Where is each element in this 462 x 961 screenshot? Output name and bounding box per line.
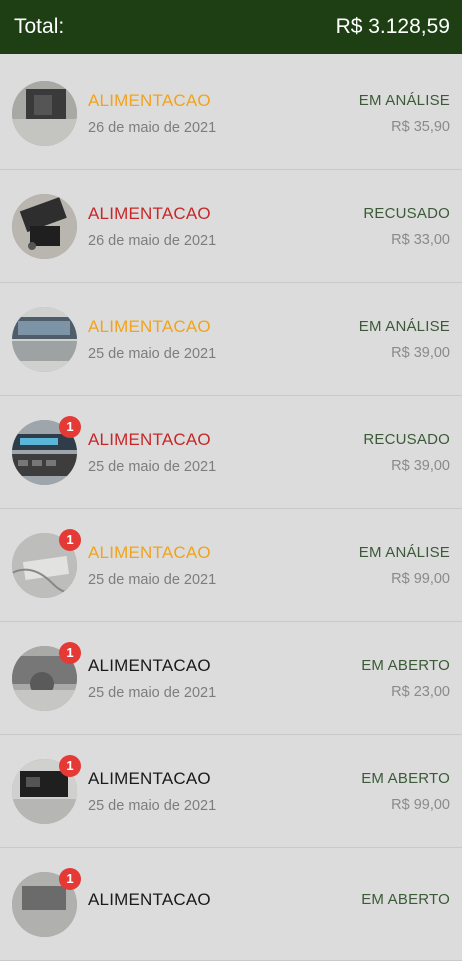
status-label: EM ANÁLISE (358, 317, 450, 335)
amount-label: R$ 99,00 (391, 570, 450, 587)
list-item[interactable]: 1 ALIMENTACAO 25 de maio de 2021 EM ABER… (0, 622, 462, 735)
expense-list: ALIMENTACAO 26 de maio de 2021 EM ANÁLIS… (0, 57, 462, 961)
status-label: EM ABERTO (361, 890, 450, 908)
list-item[interactable]: 1 ALIMENTACAO 25 de maio de 2021 RECUSAD… (0, 396, 462, 509)
receipt-thumbnail: 1 (12, 415, 81, 485)
date-label: 25 de maio de 2021 (88, 684, 217, 701)
amount-label: R$ 39,00 (391, 344, 450, 361)
receipt-thumbnail (12, 193, 77, 259)
receipt-thumbnail: 1 (12, 867, 81, 937)
amount-label: R$ 33,00 (391, 231, 450, 248)
date-label: 25 de maio de 2021 (88, 458, 217, 475)
notification-badge: 1 (59, 641, 81, 664)
category-label: ALIMENTACAO (88, 316, 211, 336)
category-label: ALIMENTACAO (88, 655, 211, 675)
category-label: ALIMENTACAO (88, 429, 211, 449)
status-label: RECUSADO (363, 204, 450, 222)
notification-badge: 1 (59, 415, 81, 438)
receipt-photo (12, 193, 77, 259)
receipt-thumbnail: 1 (12, 754, 81, 824)
category-label: ALIMENTACAO (88, 203, 211, 223)
notification-badge: 1 (59, 754, 81, 777)
amount-label: R$ 35,90 (391, 118, 450, 135)
notification-badge: 1 (59, 867, 81, 890)
list-item[interactable]: 1 ALIMENTACAO EM ABERTO (0, 848, 462, 961)
receipt-photo (12, 80, 77, 146)
date-label: 25 de maio de 2021 (88, 797, 217, 814)
amount-label: R$ 23,00 (391, 683, 450, 700)
date-label: 25 de maio de 2021 (88, 345, 217, 362)
status-label: EM ABERTO (361, 656, 450, 674)
receipt-thumbnail (12, 80, 77, 146)
total-label: Total: (14, 15, 65, 38)
receipt-thumbnail: 1 (12, 528, 81, 598)
list-item[interactable]: ALIMENTACAO 25 de maio de 2021 EM ANÁLIS… (0, 283, 462, 396)
date-label: 25 de maio de 2021 (88, 571, 217, 588)
date-label: 26 de maio de 2021 (88, 119, 217, 136)
date-label: 26 de maio de 2021 (88, 232, 217, 249)
total-header: Total: R$ 3.128,59 (0, 0, 462, 54)
category-label: ALIMENTACAO (88, 90, 211, 110)
list-item[interactable]: 1 ALIMENTACAO 25 de maio de 2021 EM ABER… (0, 735, 462, 848)
status-label: EM ANÁLISE (358, 543, 450, 561)
status-label: EM ABERTO (361, 769, 450, 787)
receipt-thumbnail: 1 (12, 641, 81, 711)
amount-label: R$ 39,00 (391, 457, 450, 474)
category-label: ALIMENTACAO (88, 768, 211, 788)
category-label: ALIMENTACAO (88, 542, 211, 562)
status-label: RECUSADO (363, 430, 450, 448)
notification-badge: 1 (59, 528, 81, 551)
status-label: EM ANÁLISE (358, 91, 450, 109)
amount-label: R$ 99,00 (391, 796, 450, 813)
list-item[interactable]: ALIMENTACAO 26 de maio de 2021 EM ANÁLIS… (0, 57, 462, 170)
list-item[interactable]: ALIMENTACAO 26 de maio de 2021 RECUSADO … (0, 170, 462, 283)
receipt-thumbnail (12, 306, 77, 372)
total-value: R$ 3.128,59 (335, 15, 450, 38)
list-item[interactable]: 1 ALIMENTACAO 25 de maio de 2021 EM ANÁL… (0, 509, 462, 622)
receipt-photo (12, 306, 77, 372)
